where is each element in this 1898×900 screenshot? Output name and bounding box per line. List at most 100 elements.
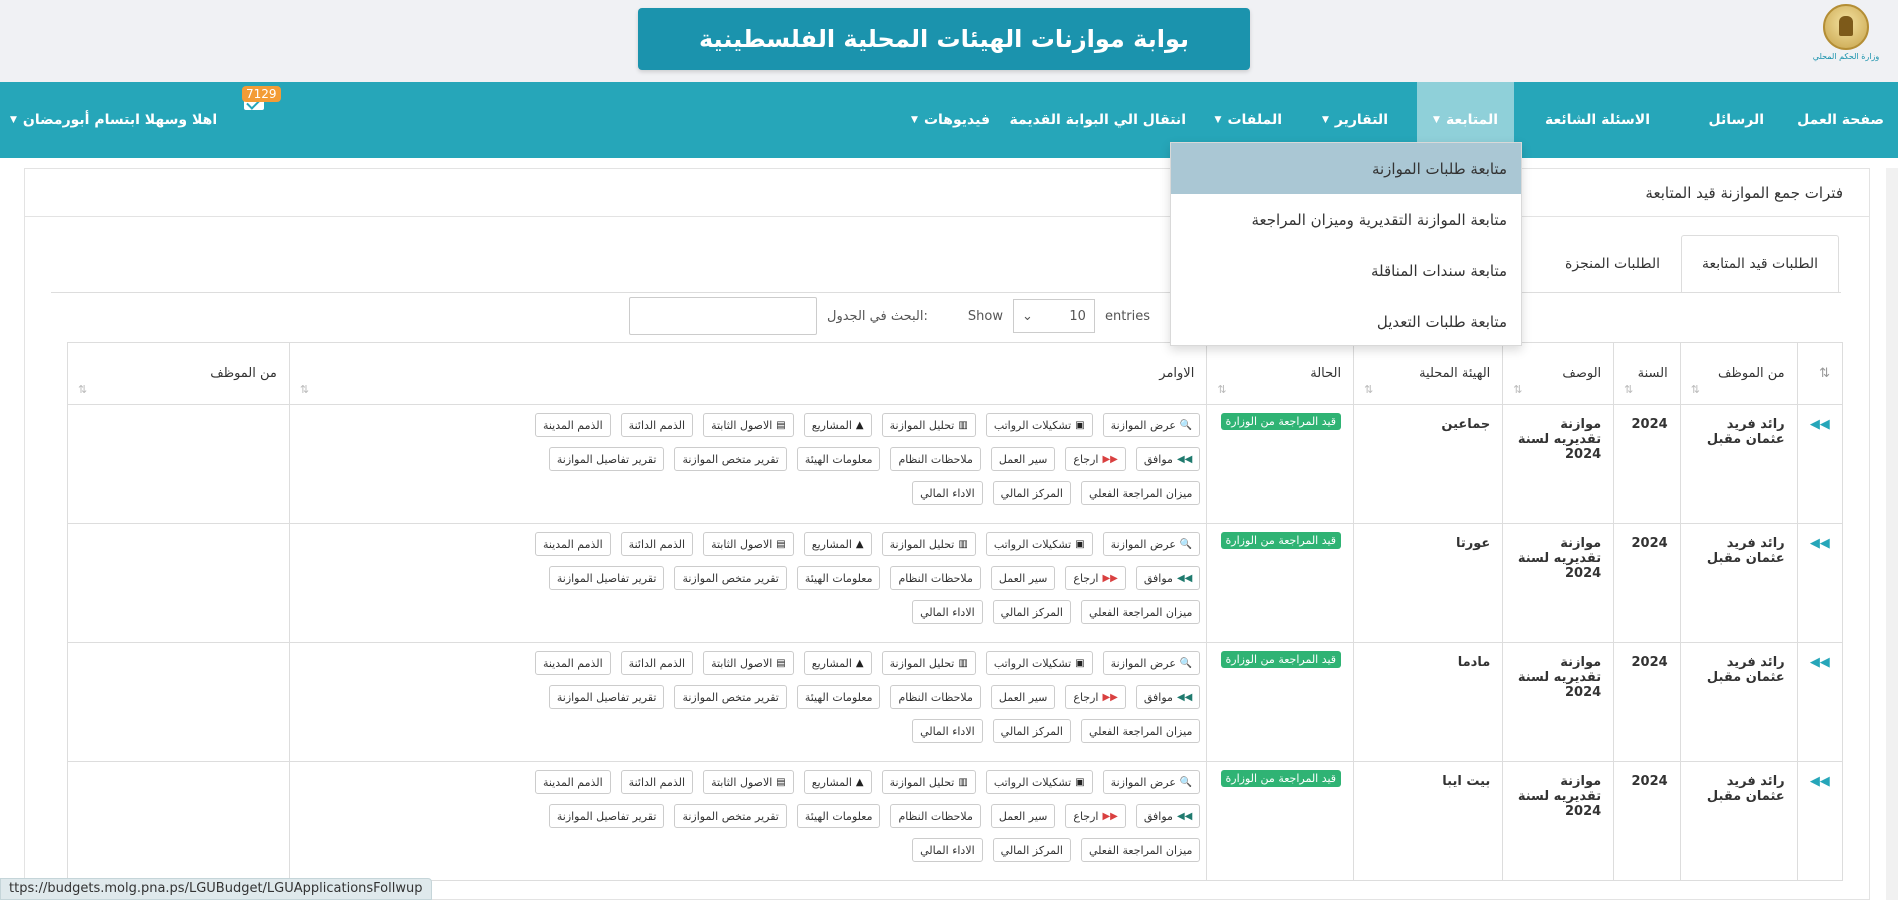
action-button[interactable]: تقرير تفاصيل الموازنة — [548, 447, 665, 471]
action-button[interactable]: الاداء المالي — [912, 600, 983, 624]
table-search-input[interactable] — [629, 297, 817, 335]
action-button[interactable]: ملاحظات النظام — [890, 566, 981, 590]
action-button[interactable]: تقرير تفاصيل الموازنة — [548, 566, 665, 590]
menu-item-estimated-budget[interactable]: متابعة الموازنة التقديرية وميزان المراجع… — [1171, 194, 1521, 245]
action-button[interactable]: ▥ تحليل الموازنة — [881, 413, 976, 437]
action-button[interactable]: ▥ تحليل الموازنة — [881, 532, 976, 556]
action-button[interactable]: سير العمل — [990, 685, 1056, 709]
row-expand-button[interactable]: ◀◀ — [1796, 523, 1844, 643]
action-button[interactable]: الذمم الدائنة — [620, 532, 694, 556]
action-button[interactable]: ميزان المراجعة الفعلي — [1080, 838, 1201, 862]
action-button[interactable]: الاداء المالي — [912, 838, 983, 862]
action-button[interactable]: ▲ المشاريع — [803, 651, 872, 675]
menu-item-amendment-requests[interactable]: متابعة طلبات التعديل — [1171, 296, 1521, 347]
action-button[interactable]: 🔍 عرض الموازنة — [1102, 413, 1201, 437]
action-button[interactable]: ▤ الاصول الثابتة — [703, 770, 794, 794]
action-button[interactable]: الذمم المدينة — [534, 413, 611, 437]
action-button[interactable]: المركز المالي — [992, 481, 1071, 505]
action-button[interactable]: تقرير تفاصيل الموازنة — [548, 685, 665, 709]
cell-year: 2024 — [1613, 642, 1681, 762]
menu-item-budget-requests[interactable]: متابعة طلبات الموازنة — [1171, 143, 1521, 194]
action-button[interactable]: الذمم المدينة — [534, 651, 611, 675]
mail-notification[interactable]: 7129 — [242, 86, 281, 110]
action-button[interactable]: ▶▶ ارجاع — [1065, 447, 1126, 471]
action-button[interactable]: تقرير متخص الموازنة — [674, 566, 787, 590]
row-expand-button[interactable]: ◀◀ — [1796, 761, 1844, 881]
page-scrollbar[interactable] — [1886, 168, 1898, 900]
row-expand-button[interactable]: ◀◀ — [1796, 642, 1844, 762]
nav-videos[interactable]: فيديوهات ▼ — [911, 82, 990, 158]
action-button[interactable]: الذمم الدائنة — [620, 770, 694, 794]
action-button[interactable]: المركز المالي — [992, 719, 1071, 743]
action-button[interactable]: معلومات الهيئة — [796, 566, 881, 590]
column-header-status[interactable]: الحالة ⇅ — [1206, 342, 1355, 405]
action-button[interactable]: ملاحظات النظام — [890, 447, 981, 471]
entries-length-select[interactable]: ⌄ 10 — [1012, 299, 1095, 333]
action-button[interactable]: ▣ تشكيلات الرواتب — [985, 651, 1093, 675]
action-button[interactable]: ميزان المراجعة الفعلي — [1080, 719, 1201, 743]
column-header-year[interactable]: السنة ⇅ — [1613, 342, 1681, 405]
action-button[interactable]: معلومات الهيئة — [796, 447, 881, 471]
action-button[interactable]: تقرير متخص الموازنة — [674, 685, 787, 709]
action-button[interactable]: ◀◀ موافق — [1135, 804, 1201, 828]
action-button[interactable]: ▥ تحليل الموازنة — [881, 770, 976, 794]
action-button[interactable]: ▶▶ ارجاع — [1065, 685, 1126, 709]
column-header-description[interactable]: الوصف ⇅ — [1502, 342, 1615, 405]
action-button-label: ميزان المراجعة الفعلي — [1088, 724, 1193, 738]
action-button[interactable]: ▲ المشاريع — [803, 413, 872, 437]
action-button[interactable]: ▤ الاصول الثابتة — [703, 413, 794, 437]
action-button[interactable]: الاداء المالي — [912, 481, 983, 505]
column-header-expand[interactable]: ⇅ — [1796, 342, 1844, 405]
action-button[interactable]: سير العمل — [990, 566, 1056, 590]
action-button[interactable]: ▤ الاصول الثابتة — [703, 651, 794, 675]
action-button[interactable]: المركز المالي — [992, 600, 1071, 624]
user-menu[interactable]: اهلا وسهلا ابتسام أبورمضان ▼ — [10, 82, 217, 158]
action-button[interactable]: ▥ تحليل الموازنة — [881, 651, 976, 675]
nav-workpage[interactable]: صفحة العمل — [1797, 82, 1884, 158]
action-button[interactable]: سير العمل — [990, 447, 1056, 471]
action-button[interactable]: تقرير تفاصيل الموازنة — [548, 804, 665, 828]
nav-messages[interactable]: الرسائل — [1708, 82, 1764, 158]
tabs-divider — [51, 292, 1841, 293]
action-button[interactable]: معلومات الهيئة — [796, 804, 881, 828]
action-button[interactable]: ملاحظات النظام — [890, 685, 981, 709]
action-button[interactable]: تقرير متخص الموازنة — [674, 447, 787, 471]
action-button[interactable]: ▤ الاصول الثابتة — [703, 532, 794, 556]
action-button[interactable]: ▲ المشاريع — [803, 532, 872, 556]
action-button[interactable]: 🔍 عرض الموازنة — [1102, 651, 1201, 675]
action-button[interactable]: ▶▶ ارجاع — [1065, 566, 1126, 590]
action-button[interactable]: ▲ المشاريع — [803, 770, 872, 794]
action-button[interactable]: ملاحظات النظام — [890, 804, 981, 828]
action-button[interactable]: الذمم الدائنة — [620, 413, 694, 437]
action-button[interactable]: 🔍 عرض الموازنة — [1102, 532, 1201, 556]
action-button[interactable]: الذمم المدينة — [534, 770, 611, 794]
row-expand-button[interactable]: ◀◀ — [1796, 404, 1844, 524]
action-button[interactable]: ▣ تشكيلات الرواتب — [985, 532, 1093, 556]
action-button[interactable]: 🔍 عرض الموازنة — [1102, 770, 1201, 794]
action-button[interactable]: المركز المالي — [992, 838, 1071, 862]
action-button[interactable]: ميزان المراجعة الفعلي — [1080, 600, 1201, 624]
column-header-agency[interactable]: الهيئة المحلية ⇅ — [1353, 342, 1504, 405]
action-button[interactable]: تقرير متخص الموازنة — [674, 804, 787, 828]
action-button[interactable]: سير العمل — [990, 804, 1056, 828]
action-button[interactable]: الذمم المدينة — [534, 532, 611, 556]
action-button[interactable]: ◀◀ موافق — [1135, 566, 1201, 590]
nav-old-portal[interactable]: انتقال الي البوابة القديمة — [1009, 82, 1186, 158]
tab-pending-requests[interactable]: الطلبات قيد المتابعة — [1680, 235, 1839, 293]
action-button[interactable]: الذمم الدائنة — [620, 651, 694, 675]
nav-faq[interactable]: الاسئلة الشائعة — [1545, 82, 1650, 158]
action-button[interactable]: معلومات الهيئة — [796, 685, 881, 709]
action-button[interactable]: ▣ تشكيلات الرواتب — [985, 770, 1093, 794]
road-icon: ▲ — [855, 657, 864, 669]
action-button[interactable]: ▶▶ ارجاع — [1065, 804, 1126, 828]
column-header-from-employee[interactable]: من الموظف ⇅ — [1679, 342, 1798, 405]
action-button[interactable]: ◀◀ موافق — [1135, 447, 1201, 471]
menu-item-transfer-vouchers[interactable]: متابعة سندات المناقلة — [1171, 245, 1521, 296]
action-button[interactable]: ▣ تشكيلات الرواتب — [985, 413, 1093, 437]
tab-completed-requests[interactable]: الطلبات المنجزة — [1544, 235, 1681, 293]
action-button[interactable]: ◀◀ موافق — [1135, 685, 1201, 709]
column-header-to-employee[interactable]: من الموظف ⇅ — [67, 342, 290, 405]
action-button[interactable]: ميزان المراجعة الفعلي — [1080, 481, 1201, 505]
column-header-actions[interactable]: الاوامر ⇅ — [288, 342, 1208, 405]
action-button[interactable]: الاداء المالي — [912, 719, 983, 743]
